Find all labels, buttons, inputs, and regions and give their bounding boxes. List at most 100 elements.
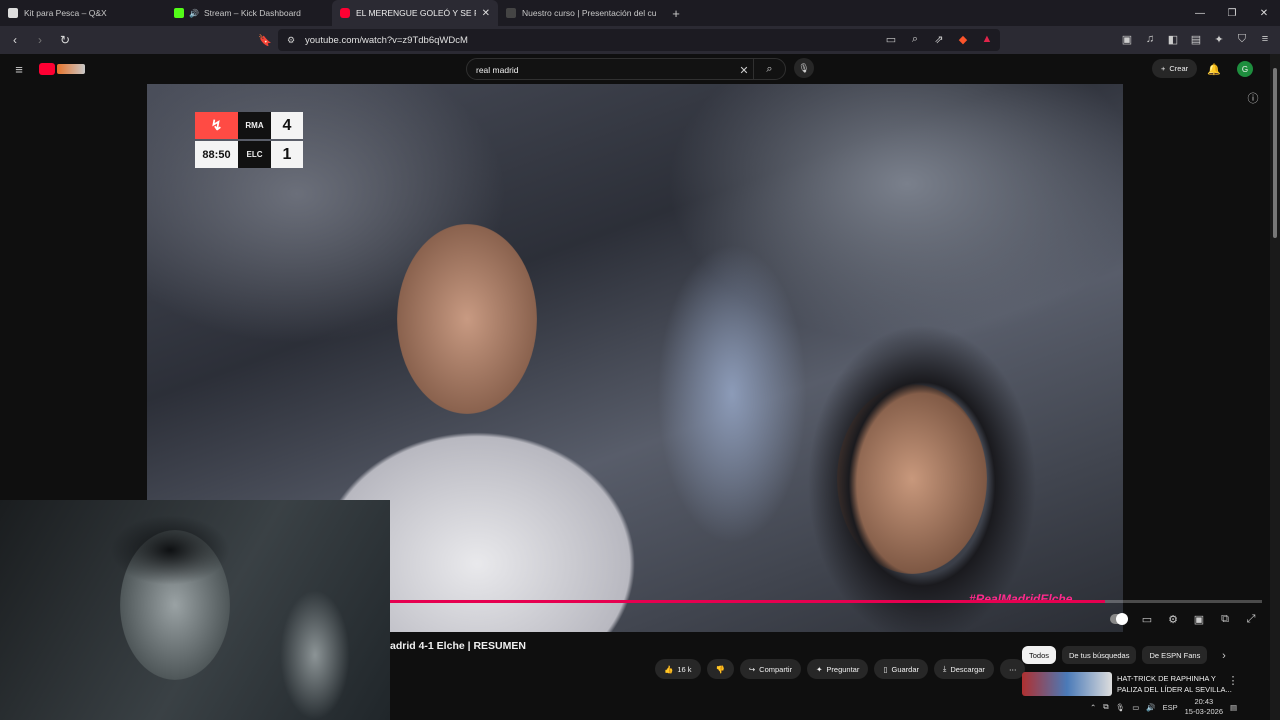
webcam-overlay	[0, 500, 390, 720]
network-icon[interactable]: ▭	[1132, 703, 1139, 712]
scrollbar-thumb[interactable]	[1273, 68, 1277, 238]
share-icon[interactable]: ⇗	[932, 31, 946, 47]
chips-next-icon[interactable]: ›	[1217, 648, 1231, 664]
reader-view-icon[interactable]: ▭	[884, 31, 898, 47]
save-label: Guardar	[891, 664, 919, 674]
thumbs-down-icon: 👎	[715, 664, 725, 674]
miniplayer-icon[interactable]: ▣	[1192, 611, 1206, 627]
close-tab-icon[interactable]: ✕	[482, 8, 490, 19]
tab-kit-pesca[interactable]: Kit para Pesca – Q&X	[0, 0, 166, 26]
like-button[interactable]: 👍 16 k	[655, 659, 701, 679]
sparkle-icon: ✦	[816, 664, 823, 674]
avatar[interactable]: G	[1237, 61, 1253, 77]
rewards-icon[interactable]: ▲	[980, 31, 994, 47]
tab-title: EL MERENGUE GOLEÓ Y SE PUSO	[356, 8, 476, 18]
video-progress-bar[interactable]	[390, 600, 1262, 603]
recommended-more-icon[interactable]: ⋮	[1226, 672, 1240, 688]
brave-shield-icon[interactable]: ◆	[956, 31, 970, 47]
restore-icon[interactable]: ❐	[1216, 0, 1248, 26]
share-button[interactable]: ↪ Compartir	[739, 659, 802, 679]
sidebar-icon[interactable]: ◧	[1166, 31, 1180, 47]
reload-icon[interactable]: ↻	[55, 33, 75, 47]
microphone-icon[interactable]: 🎙	[1116, 703, 1126, 712]
page-scrollbar[interactable]	[1270, 54, 1280, 720]
recommendation-chips: Todos De tus búsquedas De ESPN Fans	[1022, 646, 1208, 664]
search-box[interactable]: real madrid ✕ ⌕	[466, 58, 786, 80]
youtube-header: ≡ real madrid ✕ ⌕ 🎙 + Crear 🔔 G	[0, 54, 1280, 84]
hamburger-menu-icon[interactable]: ≡	[12, 61, 26, 77]
create-label: Crear	[1169, 64, 1189, 73]
clock-time: 20:43	[1194, 697, 1214, 706]
share-icon: ↪	[748, 664, 756, 674]
vpn-icon[interactable]: ⛉	[1235, 31, 1249, 47]
recommended-title-1: HAT-TRICK DE RAPHINHA Y	[1117, 674, 1216, 683]
download-button[interactable]: ⤓ Descargar	[934, 659, 994, 679]
away-score: 1	[271, 141, 303, 168]
tab-favicon	[506, 8, 516, 18]
recommended-video[interactable]: HAT-TRICK DE RAPHINHA Y PALIZA DEL LÍDER…	[1022, 672, 1262, 696]
streamer-hair	[110, 515, 230, 585]
site-info-icon[interactable]: ⚙	[284, 32, 298, 48]
clock[interactable]: 20:43 15-03-2026	[1185, 697, 1223, 717]
menu-icon[interactable]: ≡	[1258, 31, 1272, 47]
voice-search-button[interactable]: 🎙	[794, 58, 814, 78]
tray-expand-icon[interactable]: ⌃	[1090, 703, 1096, 712]
plus-icon: +	[1161, 64, 1166, 73]
close-window-icon[interactable]: ✕	[1248, 0, 1280, 26]
search-input[interactable]: real madrid	[476, 65, 519, 75]
clock-date: 15-03-2026	[1184, 707, 1224, 716]
laliga-logo-icon: ↯	[195, 112, 238, 139]
fan-man-face	[397, 224, 537, 414]
search-button[interactable]: ⌕	[753, 59, 785, 79]
cast-icon[interactable]: ⧉	[1218, 611, 1232, 627]
leo-ai-icon[interactable]: ✦	[1212, 31, 1226, 47]
toggle-knob	[1116, 613, 1128, 625]
hashtag-overlay: #RealMadridElche	[969, 592, 1073, 606]
wallet-icon[interactable]: ▤	[1189, 31, 1203, 47]
chip-espn-fans[interactable]: De ESPN Fans	[1142, 646, 1208, 664]
minimize-icon[interactable]: —	[1184, 0, 1216, 26]
system-tray: ⌃ ⧉ 🎙 ▭ 🔊 ESP 20:43 15-03-2026 ▤	[1090, 694, 1280, 720]
settings-gear-icon[interactable]: ⚙	[1166, 611, 1180, 627]
ask-button[interactable]: ✦ Preguntar	[807, 659, 869, 679]
youtube-logo[interactable]	[39, 63, 85, 75]
bookmark-icon[interactable]: 🔖	[258, 32, 272, 48]
language-indicator[interactable]: ESP	[1163, 703, 1178, 712]
recommended-thumbnail	[1022, 672, 1112, 696]
microphone-icon: 🎙	[798, 62, 810, 73]
save-button[interactable]: ▯ Guardar	[874, 659, 928, 679]
url-action-icons: ▭ ⌕ ⇗ ◆ ▲	[884, 31, 994, 47]
home-score: 4	[271, 112, 303, 139]
volume-icon[interactable]: 🔊	[1146, 703, 1155, 712]
chip-all[interactable]: Todos	[1022, 646, 1057, 664]
tray-app-icon[interactable]: ⧉	[1103, 702, 1108, 712]
dislike-button[interactable]: 👎	[706, 659, 734, 679]
notification-center-icon[interactable]: ▤	[1230, 703, 1237, 712]
new-tab-button[interactable]: +	[664, 6, 688, 21]
video-info-icon[interactable]: ⓘ	[1246, 90, 1260, 106]
tab-nuestro-curso[interactable]: Nuestro curso | Presentación del curso	[498, 0, 664, 26]
browser-extensions: ▣ ♫ ◧ ▤ ✦ ⛉ ≡	[1120, 31, 1272, 47]
back-icon[interactable]: ‹	[5, 33, 25, 47]
notifications-bell-icon[interactable]: 🔔	[1207, 61, 1221, 77]
autoplay-toggle[interactable]	[1110, 613, 1128, 625]
scoreboard: ↯ RMA 4 88:50 ELC 1	[195, 112, 303, 170]
chip-from-searches[interactable]: De tus búsquedas	[1062, 646, 1137, 664]
zoom-icon[interactable]: ⌕	[908, 31, 922, 47]
tab-youtube-merengue[interactable]: EL MERENGUE GOLEÓ Y SE PUSO ✕	[332, 0, 498, 26]
clear-search-icon[interactable]: ✕	[737, 62, 751, 78]
kick-logo-icon	[174, 8, 184, 18]
fan-woman-hair	[807, 324, 1037, 632]
fullscreen-icon[interactable]: ⤢	[1244, 611, 1258, 627]
match-clock: 88:50	[195, 141, 238, 168]
browser-tab-strip: Kit para Pesca – Q&X 🔊 Stream – Kick Das…	[0, 0, 1280, 26]
subtitles-icon[interactable]: ▭	[1140, 611, 1154, 627]
thumbs-up-icon: 👍	[664, 664, 674, 674]
screenshot-icon[interactable]: ▣	[1120, 31, 1134, 47]
create-button[interactable]: + Crear	[1152, 59, 1198, 78]
tab-kick-dashboard[interactable]: 🔊 Stream – Kick Dashboard	[166, 0, 332, 26]
speaker-icon: 🔊	[189, 8, 199, 18]
doodle-icon	[57, 64, 85, 74]
music-icon[interactable]: ♫	[1143, 31, 1157, 47]
forward-icon[interactable]: ›	[30, 33, 50, 47]
